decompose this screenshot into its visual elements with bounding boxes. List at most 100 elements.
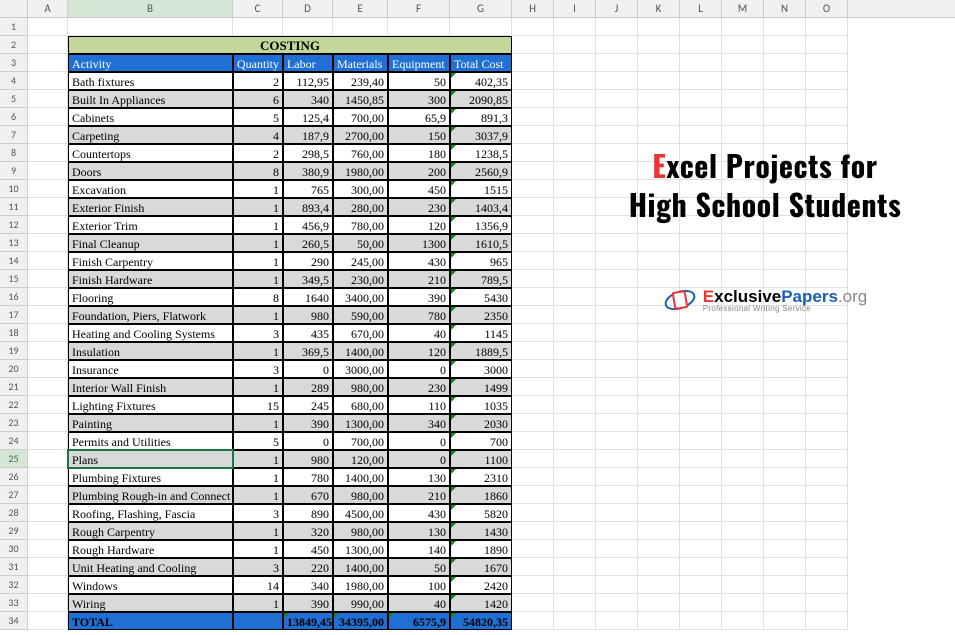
activity-cell[interactable]: Heating and Cooling Systems [68, 324, 233, 342]
col-header-B[interactable]: B [68, 0, 233, 17]
data-cell[interactable]: 239,40 [333, 72, 388, 90]
data-cell[interactable]: 780 [388, 306, 450, 324]
cell[interactable] [722, 432, 764, 450]
cell[interactable] [638, 54, 680, 72]
cell[interactable] [722, 594, 764, 612]
cell[interactable] [596, 54, 638, 72]
data-cell[interactable]: 110 [388, 396, 450, 414]
data-cell[interactable]: 670 [283, 486, 333, 504]
cell[interactable] [806, 522, 848, 540]
cell[interactable] [596, 612, 638, 630]
data-cell[interactable]: 0 [283, 360, 333, 378]
cell[interactable] [806, 414, 848, 432]
cell[interactable] [28, 378, 68, 396]
data-cell[interactable]: 120 [388, 216, 450, 234]
data-cell[interactable]: 1 [233, 468, 283, 486]
row-header-29[interactable]: 29 [0, 522, 28, 540]
data-cell[interactable]: 402,35 [450, 72, 512, 90]
data-cell[interactable]: 1 [233, 252, 283, 270]
cell[interactable] [680, 108, 722, 126]
data-cell[interactable]: 1 [233, 234, 283, 252]
activity-cell[interactable]: Lighting Fixtures [68, 396, 233, 414]
data-cell[interactable]: 130 [388, 468, 450, 486]
cell[interactable] [554, 432, 596, 450]
cell[interactable] [806, 378, 848, 396]
data-cell[interactable]: 2090,85 [450, 90, 512, 108]
cell[interactable] [764, 18, 806, 36]
cell[interactable] [512, 414, 554, 432]
cell[interactable] [28, 540, 68, 558]
cell[interactable] [764, 414, 806, 432]
cell[interactable] [554, 126, 596, 144]
row-header-20[interactable]: 20 [0, 360, 28, 378]
cell[interactable] [764, 72, 806, 90]
cell[interactable] [554, 90, 596, 108]
cell[interactable] [28, 414, 68, 432]
cell[interactable] [512, 594, 554, 612]
col-header-C[interactable]: C [233, 0, 283, 17]
table-header[interactable]: Equipment [388, 54, 450, 72]
cell[interactable] [554, 450, 596, 468]
cell[interactable] [596, 396, 638, 414]
cell[interactable] [28, 234, 68, 252]
cell[interactable] [764, 540, 806, 558]
cell[interactable] [806, 468, 848, 486]
data-cell[interactable]: 1 [233, 594, 283, 612]
data-cell[interactable]: 1 [233, 270, 283, 288]
table-header[interactable]: Labor [283, 54, 333, 72]
row-header-33[interactable]: 33 [0, 594, 28, 612]
data-cell[interactable]: 1 [233, 522, 283, 540]
cell[interactable] [554, 162, 596, 180]
cell[interactable] [722, 612, 764, 630]
row-header-5[interactable]: 5 [0, 90, 28, 108]
activity-cell[interactable]: Flooring [68, 288, 233, 306]
data-cell[interactable]: 3400,00 [333, 288, 388, 306]
data-cell[interactable]: 5430 [450, 288, 512, 306]
data-cell[interactable]: 0 [283, 432, 333, 450]
cell[interactable] [638, 576, 680, 594]
data-cell[interactable]: 5820 [450, 504, 512, 522]
row-header-34[interactable]: 34 [0, 612, 28, 630]
cell[interactable] [722, 522, 764, 540]
cell[interactable] [638, 450, 680, 468]
cell[interactable] [806, 108, 848, 126]
cell[interactable] [764, 324, 806, 342]
cell[interactable] [722, 54, 764, 72]
data-cell[interactable]: 1238,5 [450, 144, 512, 162]
data-cell[interactable]: 450 [283, 540, 333, 558]
row-header-24[interactable]: 24 [0, 432, 28, 450]
cell[interactable] [554, 522, 596, 540]
total-cell[interactable]: 13849,45 [283, 612, 333, 630]
row-header-19[interactable]: 19 [0, 342, 28, 360]
cell[interactable] [28, 522, 68, 540]
cell[interactable] [722, 504, 764, 522]
data-cell[interactable]: 2030 [450, 414, 512, 432]
cell[interactable] [554, 180, 596, 198]
cell[interactable] [28, 342, 68, 360]
cell[interactable] [554, 360, 596, 378]
cell[interactable] [680, 360, 722, 378]
data-cell[interactable]: 789,5 [450, 270, 512, 288]
data-cell[interactable]: 4500,00 [333, 504, 388, 522]
data-cell[interactable]: 380,9 [283, 162, 333, 180]
cell[interactable] [722, 360, 764, 378]
cell[interactable] [806, 576, 848, 594]
data-cell[interactable]: 3 [233, 558, 283, 576]
data-cell[interactable]: 340 [388, 414, 450, 432]
data-cell[interactable]: 1 [233, 450, 283, 468]
cell[interactable] [28, 144, 68, 162]
cell[interactable] [512, 486, 554, 504]
data-cell[interactable]: 1515 [450, 180, 512, 198]
cell[interactable] [806, 342, 848, 360]
cell[interactable] [596, 90, 638, 108]
cell[interactable] [680, 36, 722, 54]
table-header[interactable]: Total Cost [450, 54, 512, 72]
data-cell[interactable]: 980 [283, 450, 333, 468]
cell[interactable] [28, 36, 68, 54]
cell[interactable] [680, 378, 722, 396]
select-all-corner[interactable] [0, 0, 28, 17]
cell[interactable] [554, 342, 596, 360]
cell[interactable] [806, 54, 848, 72]
cell[interactable] [638, 72, 680, 90]
data-cell[interactable]: 1860 [450, 486, 512, 504]
